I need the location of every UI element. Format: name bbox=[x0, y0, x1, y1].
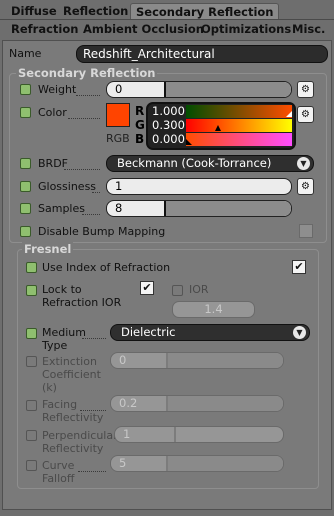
disable-bump-label: Disable Bump Mapping bbox=[38, 225, 166, 238]
color-mode-label[interactable]: RGB bbox=[106, 132, 130, 145]
extinction-led-icon bbox=[26, 356, 37, 367]
disable-bump-checkbox[interactable] bbox=[299, 224, 313, 238]
checkmark-icon: ✔ bbox=[294, 260, 304, 273]
facing-slider[interactable]: 0.2 bbox=[110, 395, 284, 412]
medium-dropdown[interactable]: Dielectric ▼ bbox=[110, 324, 310, 341]
weight-plug-icon[interactable]: ⚙ bbox=[297, 81, 314, 98]
g-gradient[interactable] bbox=[186, 119, 292, 132]
r-value[interactable]: 1.000 bbox=[152, 105, 186, 118]
brdf-value: Beckmann (Cook-Torrance) bbox=[117, 156, 272, 170]
r-gradient[interactable] bbox=[186, 105, 292, 118]
fresnel-title: Fresnel bbox=[22, 242, 74, 256]
g-value[interactable]: 0.300 bbox=[152, 119, 186, 132]
weight-value: 0 bbox=[115, 82, 123, 96]
tab-optimizations[interactable]: Optimizations bbox=[196, 21, 296, 37]
checkmark-icon: ✔ bbox=[142, 281, 152, 294]
b-letter: B bbox=[135, 132, 145, 146]
b-value[interactable]: 0.000 bbox=[152, 133, 186, 146]
color-plug-icon[interactable]: ⚙ bbox=[297, 106, 314, 123]
chevron-down-icon: ▼ bbox=[293, 326, 306, 339]
perpendicular-led-icon bbox=[26, 430, 37, 441]
medium-value: Dielectric bbox=[121, 325, 176, 339]
glossiness-led-icon bbox=[20, 181, 31, 192]
ior-value: 1.4 bbox=[204, 302, 223, 316]
extinction-value: 0 bbox=[119, 353, 127, 367]
glossiness-plug-icon[interactable]: ⚙ bbox=[297, 178, 314, 195]
weight-led-icon bbox=[20, 84, 31, 95]
lock-ior-led-icon bbox=[26, 285, 37, 296]
tab-diffuse[interactable]: Diffuse bbox=[6, 3, 62, 19]
brdf-dropdown[interactable]: Beckmann (Cook-Torrance) ▼ bbox=[106, 155, 314, 172]
medium-led-icon bbox=[26, 328, 37, 339]
samples-led-icon bbox=[20, 203, 31, 214]
brdf-led-icon bbox=[20, 158, 31, 169]
color-label: Color bbox=[38, 106, 67, 119]
chevron-down-icon: ▼ bbox=[297, 157, 310, 170]
r-letter: R bbox=[135, 104, 145, 118]
b-gradient[interactable] bbox=[186, 133, 292, 146]
facing-value: 0.2 bbox=[119, 396, 138, 410]
weight-slider[interactable]: 0 bbox=[106, 81, 292, 98]
glossiness-label: Glossiness bbox=[38, 180, 97, 193]
use-ior-led-icon bbox=[26, 262, 37, 273]
curve-falloff-value: 5 bbox=[119, 456, 127, 470]
tab-ambient-occlusion[interactable]: Ambient Occlusion bbox=[78, 21, 209, 37]
perpendicular-label: Perpendicular Reflectivity bbox=[42, 429, 118, 455]
secondary-reflection-title: Secondary Reflection bbox=[16, 66, 158, 80]
lock-ior-label: Lock to Refraction IOR bbox=[42, 283, 122, 309]
curve-falloff-led-icon bbox=[26, 460, 37, 471]
facing-led-icon bbox=[26, 400, 37, 411]
weight-label: Weight bbox=[38, 83, 77, 96]
glossiness-slider[interactable]: 1 bbox=[106, 178, 292, 195]
tab-reflection[interactable]: Reflection bbox=[58, 3, 133, 19]
extinction-slider[interactable]: 0 bbox=[110, 352, 284, 369]
samples-slider[interactable]: 8 bbox=[106, 200, 292, 217]
perpendicular-slider[interactable]: 1 bbox=[114, 426, 284, 443]
extinction-label: Extinction Coefficient (k) bbox=[42, 355, 101, 394]
perpendicular-value: 1 bbox=[123, 427, 131, 441]
samples-value: 8 bbox=[115, 201, 123, 215]
glossiness-value: 1 bbox=[115, 179, 123, 193]
lock-ior-checkbox[interactable]: ✔ bbox=[140, 281, 154, 295]
use-ior-checkbox[interactable]: ✔ bbox=[292, 260, 306, 274]
use-ior-label: Use Index of Refraction bbox=[42, 261, 171, 274]
curve-falloff-slider[interactable]: 5 bbox=[110, 455, 284, 472]
color-led-icon bbox=[20, 107, 31, 118]
rgb-spinners[interactable]: R 1.000 G 0.300 B 0.000 bbox=[135, 102, 296, 150]
color-swatch[interactable] bbox=[106, 103, 130, 127]
name-value: Redshift_Architectural bbox=[83, 47, 215, 61]
samples-label: Samples bbox=[38, 202, 85, 215]
ior-input[interactable]: 1.4 bbox=[172, 301, 255, 318]
tab-secondary-reflection[interactable]: Secondary Reflection bbox=[130, 3, 280, 20]
medium-label: Medium Type bbox=[42, 326, 86, 352]
curve-falloff-label: Curve Falloff bbox=[42, 459, 75, 485]
ior-label: IOR bbox=[189, 283, 209, 296]
facing-label: Facing Reflectivity bbox=[42, 398, 104, 424]
name-label: Name bbox=[9, 47, 42, 60]
ior-led-icon bbox=[172, 285, 183, 296]
tab-misc[interactable]: Misc. bbox=[287, 21, 330, 37]
disable-bump-led-icon bbox=[20, 226, 31, 237]
name-input[interactable]: Redshift_Architectural bbox=[76, 45, 328, 63]
tab-refraction[interactable]: Refraction bbox=[6, 21, 83, 37]
g-letter: G bbox=[135, 118, 145, 132]
